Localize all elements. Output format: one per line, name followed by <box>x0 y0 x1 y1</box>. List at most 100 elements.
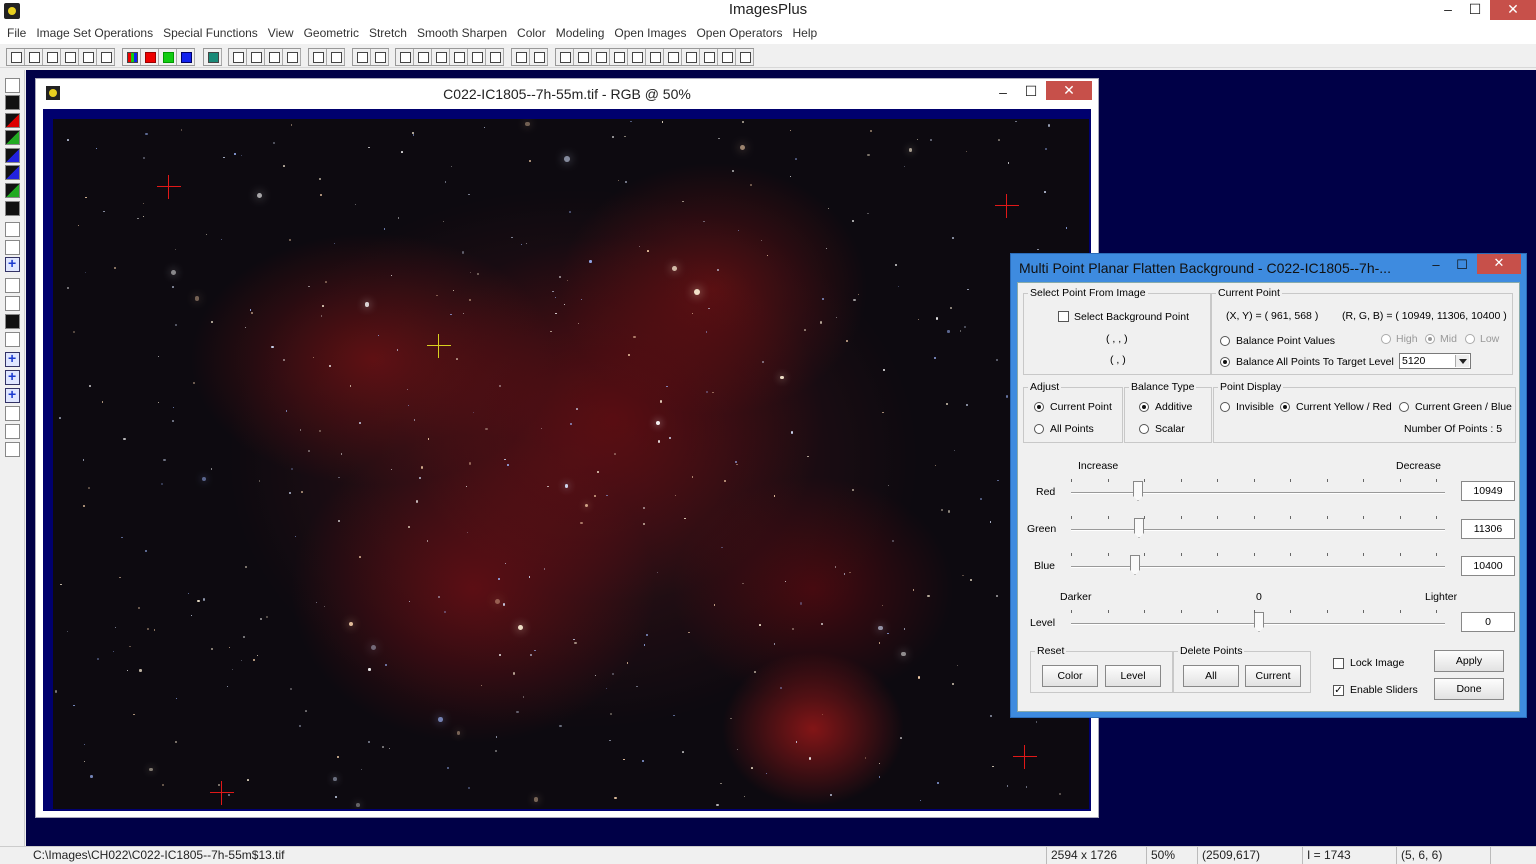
high-radio[interactable] <box>1381 334 1391 344</box>
grid-icon[interactable] <box>204 49 222 65</box>
background-point-marker[interactable] <box>210 781 234 805</box>
image-window[interactable]: C022-IC1805--7h-55m.tif - RGB @ 50% – ☐ … <box>35 78 1099 818</box>
frame-tool-icon[interactable] <box>5 278 20 293</box>
rotate-right-icon[interactable] <box>5 424 20 439</box>
level-slider-thumb[interactable] <box>1254 612 1264 632</box>
apply-button[interactable]: Apply <box>1434 650 1504 672</box>
yellow-red-radio[interactable] <box>1280 402 1290 412</box>
delete-current-button[interactable]: Current <box>1245 665 1301 687</box>
red-slider-thumb[interactable] <box>1133 481 1143 501</box>
balance-all-points-label[interactable]: Balance All Points To Target Level <box>1236 356 1394 368</box>
redo-icon[interactable] <box>247 49 265 65</box>
blue-slider-thumb[interactable] <box>1130 555 1140 575</box>
open-file-icon[interactable] <box>25 49 43 65</box>
line-select-icon[interactable] <box>353 49 371 65</box>
current-point-marker[interactable] <box>427 334 451 358</box>
background-point-marker[interactable] <box>157 175 181 199</box>
red-slider-track[interactable] <box>1071 492 1445 494</box>
levels-tool-icon[interactable] <box>5 296 20 311</box>
add-point-icon[interactable] <box>432 49 450 65</box>
undo-all-icon[interactable] <box>265 49 283 65</box>
image-window-titlebar[interactable]: C022-IC1805--7h-55m.tif - RGB @ 50% – ☐ … <box>36 79 1098 109</box>
save-icon[interactable] <box>43 49 61 65</box>
enable-sliders-checkbox[interactable]: ✓ <box>1333 685 1344 696</box>
target-level-select[interactable]: 5120 <box>1399 353 1471 369</box>
point-select-icon[interactable] <box>371 49 389 65</box>
green-blue-radio[interactable] <box>1399 402 1409 412</box>
red-channel-icon[interactable] <box>141 49 159 65</box>
image-minimize-button[interactable]: – <box>989 83 1017 103</box>
zoom-actual-icon[interactable] <box>610 49 628 65</box>
reset-color-button[interactable]: Color <box>1042 665 1098 687</box>
menu-file[interactable]: File <box>2 26 31 40</box>
enable-sliders-label[interactable]: Enable Sliders <box>1350 684 1418 696</box>
zoom-plus-icon[interactable] <box>628 49 646 65</box>
red-value-field[interactable]: 10949 <box>1461 481 1515 501</box>
black-tool-icon[interactable] <box>5 95 20 110</box>
menu-special-functions[interactable]: Special Functions <box>158 26 263 40</box>
zoom-fit-icon[interactable] <box>592 49 610 65</box>
rgb-channel-icon[interactable] <box>123 49 141 65</box>
select-background-point-checkbox[interactable] <box>1058 311 1069 322</box>
undo-icon[interactable] <box>229 49 247 65</box>
red-tool-icon[interactable] <box>5 113 20 128</box>
flatten-background-dialog[interactable]: Multi Point Planar Flatten Background - … <box>1010 253 1527 718</box>
background-point-marker[interactable] <box>995 194 1019 218</box>
dialog-close-button[interactable]: ✕ <box>1477 254 1521 274</box>
menu-help[interactable]: Help <box>788 26 823 40</box>
menu-open-images[interactable]: Open Images <box>609 26 691 40</box>
green-value-field[interactable]: 11306 <box>1461 519 1515 539</box>
invisible-label[interactable]: Invisible <box>1236 401 1274 413</box>
blue-channel-icon[interactable] <box>177 49 195 65</box>
dialog-minimize-button[interactable]: – <box>1424 256 1448 276</box>
green-blue-label[interactable]: Current Green / Blue <box>1415 401 1512 413</box>
mid-radio[interactable] <box>1425 334 1435 344</box>
grid-overlay-icon[interactable] <box>530 49 548 65</box>
image-close-button[interactable]: ✕ <box>1046 81 1092 100</box>
menu-smooth-sharpen[interactable]: Smooth Sharpen <box>412 26 512 40</box>
yellow-red-label[interactable]: Current Yellow / Red <box>1296 401 1392 413</box>
cancel-icon[interactable] <box>79 49 97 65</box>
move-tool-icon[interactable] <box>5 350 20 367</box>
zoom-out-icon[interactable] <box>574 49 592 65</box>
up-arrow-icon[interactable] <box>5 368 20 385</box>
rotate-left-icon[interactable] <box>5 406 20 421</box>
star-tool-icon[interactable] <box>5 255 20 272</box>
window-c-icon[interactable] <box>700 49 718 65</box>
balance-point-values-radio[interactable] <box>1220 336 1230 346</box>
blue-slider-track[interactable] <box>1071 566 1445 568</box>
adjust-all-points-label[interactable]: All Points <box>1050 423 1094 435</box>
redo-all-icon[interactable] <box>283 49 301 65</box>
window-d-icon[interactable] <box>718 49 736 65</box>
adjust-all-points-radio[interactable] <box>1034 424 1044 434</box>
maximize-button[interactable]: ☐ <box>1461 0 1489 20</box>
window-e-icon[interactable] <box>736 49 754 65</box>
green-black-tool-icon[interactable] <box>5 183 20 198</box>
zoom-in-icon[interactable] <box>556 49 574 65</box>
scalar-label[interactable]: Scalar <box>1155 423 1185 435</box>
adjust-current-point-radio[interactable] <box>1034 402 1044 412</box>
chevron-down-icon[interactable] <box>1455 355 1469 367</box>
bar-tool-icon[interactable] <box>5 314 20 329</box>
menu-stretch[interactable]: Stretch <box>364 26 412 40</box>
blue-black-tool-icon[interactable] <box>5 165 20 180</box>
print-icon[interactable] <box>97 49 115 65</box>
select-background-point-label[interactable]: Select Background Point <box>1074 311 1189 323</box>
region-tool-icon[interactable] <box>5 332 20 347</box>
dialog-maximize-button[interactable]: ☐ <box>1450 256 1474 276</box>
right-arrow-icon[interactable] <box>5 386 20 403</box>
reset-level-button[interactable]: Level <box>1105 665 1161 687</box>
close-button[interactable]: ✕ <box>1490 0 1536 20</box>
menu-view[interactable]: View <box>263 26 299 40</box>
green-tool-icon[interactable] <box>5 130 20 145</box>
green-slider-track[interactable] <box>1071 529 1445 531</box>
adjust-current-point-label[interactable]: Current Point <box>1050 401 1112 413</box>
curve-icon[interactable] <box>414 49 432 65</box>
level-value-field[interactable]: 0 <box>1461 612 1515 632</box>
balance-point-values-label[interactable]: Balance Point Values <box>1236 335 1335 347</box>
delete-all-button[interactable]: All <box>1183 665 1239 687</box>
astro-image-canvas[interactable] <box>53 119 1089 809</box>
done-button[interactable]: Done <box>1434 678 1504 700</box>
lasso-tool-icon[interactable] <box>5 222 20 237</box>
lock-image-label[interactable]: Lock Image <box>1350 657 1404 669</box>
